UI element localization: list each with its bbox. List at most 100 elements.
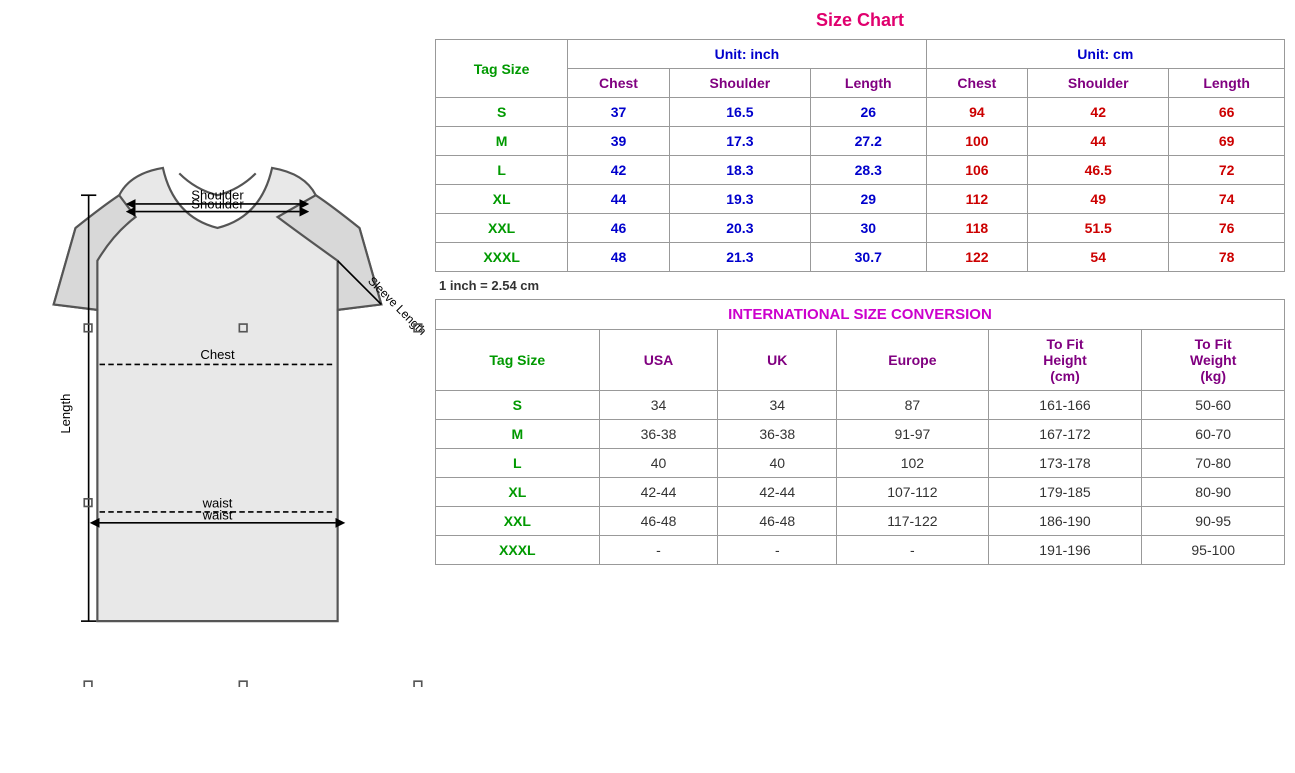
cm-shoulder-cell: 44 bbox=[1028, 127, 1169, 156]
cm-chest-header: Chest bbox=[926, 69, 1028, 98]
inch-chest-cell: 42 bbox=[568, 156, 670, 185]
intl-usa-cell: 40 bbox=[599, 449, 718, 478]
inch-shoulder-header: Shoulder bbox=[669, 69, 810, 98]
intl-tag-cell: XXXL bbox=[436, 536, 600, 565]
intl-uk-cell: 36-38 bbox=[718, 420, 837, 449]
intl-europe-cell: 107-112 bbox=[837, 478, 988, 507]
intl-height-cell: 191-196 bbox=[988, 536, 1142, 565]
intl-uk-cell: 40 bbox=[718, 449, 837, 478]
intl-europe-cell: 87 bbox=[837, 391, 988, 420]
size-chart-row: M 39 17.3 27.2 100 44 69 bbox=[436, 127, 1285, 156]
intl-uk-cell: 42-44 bbox=[718, 478, 837, 507]
size-chart-table: Tag Size Unit: inch Unit: cm Chest Shoul… bbox=[435, 39, 1285, 272]
unit-inch-header: Unit: inch bbox=[568, 40, 926, 69]
cm-shoulder-header: Shoulder bbox=[1028, 69, 1169, 98]
cm-shoulder-cell: 42 bbox=[1028, 98, 1169, 127]
intl-uk-header: UK bbox=[718, 330, 837, 391]
size-chart-row: L 42 18.3 28.3 106 46.5 72 bbox=[436, 156, 1285, 185]
inch-note: 1 inch = 2.54 cm bbox=[435, 272, 1285, 299]
intl-height-cell: 167-172 bbox=[988, 420, 1142, 449]
cm-length-cell: 69 bbox=[1169, 127, 1285, 156]
cm-length-cell: 74 bbox=[1169, 185, 1285, 214]
cm-chest-cell: 118 bbox=[926, 214, 1028, 243]
intl-height-cell: 161-166 bbox=[988, 391, 1142, 420]
intl-tag-cell: S bbox=[436, 391, 600, 420]
cm-chest-cell: 94 bbox=[926, 98, 1028, 127]
tag-size-cell: XXXL bbox=[436, 243, 568, 272]
inch-length-cell: 29 bbox=[810, 185, 926, 214]
intl-weight-cell: 90-95 bbox=[1142, 507, 1285, 536]
intl-weight-cell: 80-90 bbox=[1142, 478, 1285, 507]
inch-shoulder-cell: 20.3 bbox=[669, 214, 810, 243]
tag-size-cell: M bbox=[436, 127, 568, 156]
tag-size-col-header: Tag Size bbox=[436, 40, 568, 98]
cm-shoulder-cell: 49 bbox=[1028, 185, 1169, 214]
size-chart-row: XXL 46 20.3 30 118 51.5 76 bbox=[436, 214, 1285, 243]
inch-length-cell: 30 bbox=[810, 214, 926, 243]
inch-shoulder-cell: 18.3 bbox=[669, 156, 810, 185]
svg-text:Length: Length bbox=[58, 394, 73, 434]
intl-europe-cell: - bbox=[837, 536, 988, 565]
intl-conversion-table: INTERNATIONAL SIZE CONVERSION Tag Size U… bbox=[435, 299, 1285, 565]
intl-europe-cell: 91-97 bbox=[837, 420, 988, 449]
cm-shoulder-cell: 51.5 bbox=[1028, 214, 1169, 243]
intl-tag-cell: XL bbox=[436, 478, 600, 507]
inch-chest-cell: 44 bbox=[568, 185, 670, 214]
intl-height-cell: 179-185 bbox=[988, 478, 1142, 507]
size-chart-row: XL 44 19.3 29 112 49 74 bbox=[436, 185, 1285, 214]
intl-height-cell: 186-190 bbox=[988, 507, 1142, 536]
inch-length-header: Length bbox=[810, 69, 926, 98]
intl-europe-cell: 102 bbox=[837, 449, 988, 478]
intl-europe-cell: 117-122 bbox=[837, 507, 988, 536]
intl-tag-cell: XXL bbox=[436, 507, 600, 536]
tag-size-cell: XXL bbox=[436, 214, 568, 243]
inch-length-cell: 27.2 bbox=[810, 127, 926, 156]
tshirt-diagram-panel: Shoulder Sleeve Length Chest Length wais… bbox=[0, 0, 435, 773]
intl-weight-cell: 70-80 bbox=[1142, 449, 1285, 478]
inch-chest-cell: 39 bbox=[568, 127, 670, 156]
intl-weight-cell: 95-100 bbox=[1142, 536, 1285, 565]
cm-length-cell: 72 bbox=[1169, 156, 1285, 185]
inch-chest-cell: 46 bbox=[568, 214, 670, 243]
intl-row: XL 42-44 42-44 107-112 179-185 80-90 bbox=[436, 478, 1285, 507]
inch-chest-cell: 37 bbox=[568, 98, 670, 127]
cm-chest-cell: 100 bbox=[926, 127, 1028, 156]
tag-size-cell: L bbox=[436, 156, 568, 185]
inch-length-cell: 30.7 bbox=[810, 243, 926, 272]
svg-text:waist: waist bbox=[202, 508, 233, 523]
intl-usa-header: USA bbox=[599, 330, 718, 391]
cm-chest-cell: 122 bbox=[926, 243, 1028, 272]
intl-uk-cell: 34 bbox=[718, 391, 837, 420]
cm-chest-cell: 106 bbox=[926, 156, 1028, 185]
cm-length-cell: 76 bbox=[1169, 214, 1285, 243]
inch-length-cell: 28.3 bbox=[810, 156, 926, 185]
size-chart-row: S 37 16.5 26 94 42 66 bbox=[436, 98, 1285, 127]
intl-tag-cell: M bbox=[436, 420, 600, 449]
inch-shoulder-cell: 19.3 bbox=[669, 185, 810, 214]
intl-row: XXL 46-48 46-48 117-122 186-190 90-95 bbox=[436, 507, 1285, 536]
cm-length-cell: 78 bbox=[1169, 243, 1285, 272]
right-panel: Size Chart Tag Size Unit: inch Unit: cm … bbox=[435, 0, 1295, 575]
intl-usa-cell: - bbox=[599, 536, 718, 565]
inch-shoulder-cell: 21.3 bbox=[669, 243, 810, 272]
intl-usa-cell: 36-38 bbox=[599, 420, 718, 449]
size-chart-title: Size Chart bbox=[435, 10, 1285, 31]
cm-length-header: Length bbox=[1169, 69, 1285, 98]
cm-shoulder-cell: 46.5 bbox=[1028, 156, 1169, 185]
cm-chest-cell: 112 bbox=[926, 185, 1028, 214]
intl-weight-cell: 60-70 bbox=[1142, 420, 1285, 449]
inch-shoulder-cell: 17.3 bbox=[669, 127, 810, 156]
intl-row: M 36-38 36-38 91-97 167-172 60-70 bbox=[436, 420, 1285, 449]
inch-length-cell: 26 bbox=[810, 98, 926, 127]
intl-uk-cell: - bbox=[718, 536, 837, 565]
svg-text:Shoulder: Shoulder bbox=[191, 196, 244, 211]
inch-shoulder-cell: 16.5 bbox=[669, 98, 810, 127]
intl-row: XXXL - - - 191-196 95-100 bbox=[436, 536, 1285, 565]
inch-chest-header: Chest bbox=[568, 69, 670, 98]
intl-weight-cell: 50-60 bbox=[1142, 391, 1285, 420]
size-chart-row: XXXL 48 21.3 30.7 122 54 78 bbox=[436, 243, 1285, 272]
intl-usa-cell: 42-44 bbox=[599, 478, 718, 507]
intl-europe-header: Europe bbox=[837, 330, 988, 391]
tag-size-cell: XL bbox=[436, 185, 568, 214]
tag-size-cell: S bbox=[436, 98, 568, 127]
